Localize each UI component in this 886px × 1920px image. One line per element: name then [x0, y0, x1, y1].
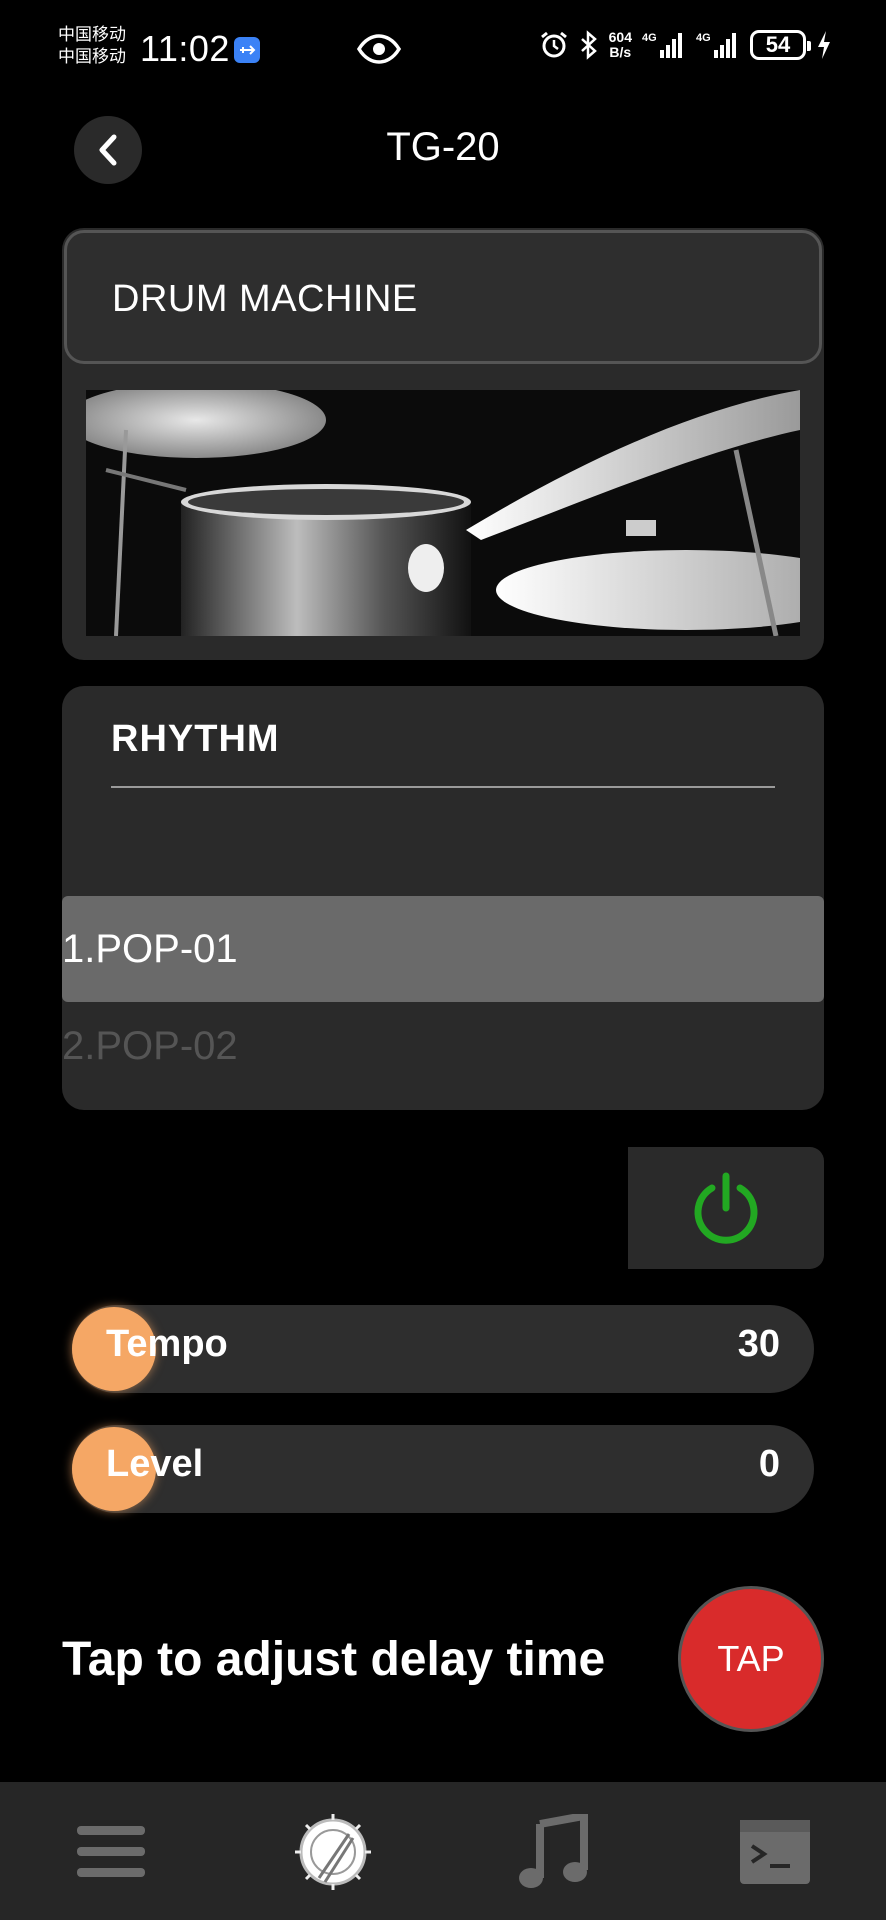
status-bar: 中国移动 中国移动 11:02 604 B/s 4G 4G 54 [0, 0, 886, 100]
tempo-label: Tempo [106, 1323, 228, 1365]
carrier-1: 中国移动 [58, 25, 126, 44]
charging-icon [818, 31, 830, 59]
status-icons: 604 B/s 4G 4G 54 [539, 30, 832, 60]
svg-text:4G: 4G [642, 32, 657, 44]
net-speed: 604 B/s [608, 29, 632, 60]
rhythm-title: RHYTHM [111, 718, 280, 760]
rhythm-item-pop-02[interactable]: 2.POP-02 [62, 1006, 824, 1086]
effect-type-label: DRUM MACHINE [112, 278, 418, 320]
nav-menu[interactable] [66, 1812, 156, 1892]
clock: 11:02 [140, 28, 230, 69]
terminal-icon [740, 1820, 810, 1884]
effect-type-selector[interactable]: DRUM MACHINE [64, 230, 822, 364]
signal-icon: 4G [696, 32, 736, 58]
signal-icon: 4G [642, 32, 682, 58]
drum-icon [295, 1814, 371, 1890]
tap-button[interactable]: TAP [678, 1586, 824, 1732]
alarm-icon [540, 31, 567, 58]
battery-indicator: 54 [750, 30, 811, 60]
nav-terminal[interactable] [730, 1812, 820, 1892]
tempo-slider[interactable]: Tempo 30 [72, 1305, 814, 1393]
rhythm-panel: RHYTHM 1.POP-01 2.POP-02 [62, 686, 824, 1110]
tap-caption: Tap to adjust delay time [62, 1633, 606, 1686]
nav-drum[interactable] [288, 1812, 378, 1892]
effect-panel: DRUM MACHINE [62, 228, 824, 660]
level-slider[interactable]: Level 0 [72, 1425, 814, 1513]
eye-icon [356, 34, 402, 69]
power-icon [694, 1172, 758, 1244]
bottom-nav [0, 1782, 886, 1920]
music-note-icon [519, 1814, 588, 1888]
drum-kit-image [86, 390, 800, 636]
usb-icon [234, 37, 260, 63]
bluetooth-icon [580, 30, 597, 60]
rhythm-divider [111, 786, 775, 788]
level-label: Level [106, 1443, 204, 1485]
menu-icon [77, 1826, 145, 1877]
carrier-2: 中国移动 [58, 47, 126, 66]
nav-music[interactable] [508, 1812, 598, 1892]
level-value: 0 [758, 1443, 780, 1485]
rhythm-item-pop-01[interactable]: 1.POP-01 [62, 896, 824, 1002]
tempo-value: 30 [737, 1323, 780, 1365]
page-title: TG-20 [386, 125, 500, 169]
power-button[interactable] [628, 1147, 824, 1269]
svg-text:4G: 4G [696, 32, 711, 44]
carrier-labels: 中国移动 中国移动 [58, 24, 126, 68]
